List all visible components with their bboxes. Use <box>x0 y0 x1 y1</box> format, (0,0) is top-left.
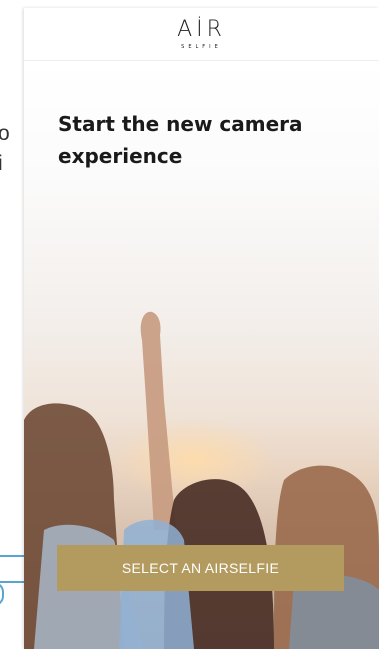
logo-subtitle: SELFIE <box>181 44 222 50</box>
hero-headline: Start the new camera experience <box>58 112 303 168</box>
background-text-fragment: o <box>0 122 10 145</box>
select-airselfie-button[interactable]: SELECT AN AIRSELFIE <box>57 545 344 591</box>
connector-line <box>0 582 4 606</box>
app-logo: AİR SELFIE <box>24 17 379 51</box>
app-screen: AİR SELFIE Start the new camera experien… <box>24 8 379 649</box>
background-text-fragment: i <box>0 152 3 175</box>
top-bar: AİR SELFIE <box>24 8 379 61</box>
logo-wordmark: AİR <box>177 17 226 42</box>
